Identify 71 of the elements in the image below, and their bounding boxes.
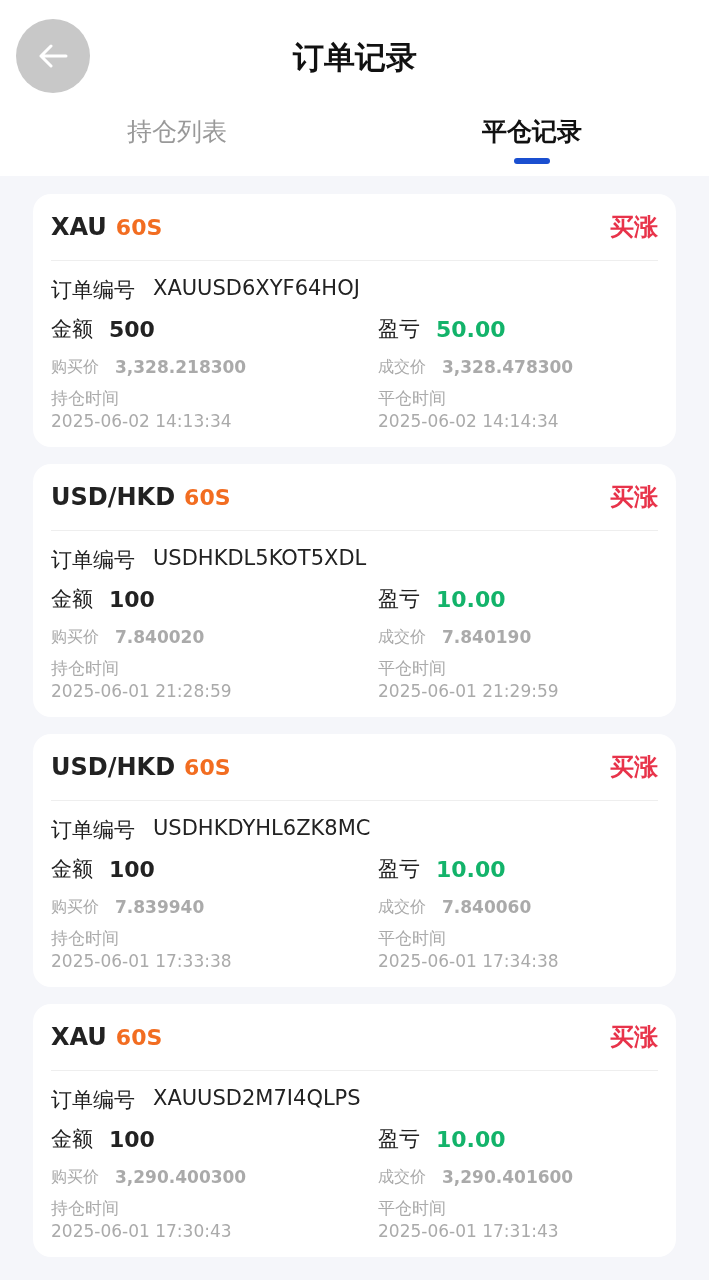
open-time: 2025-06-01 17:30:43 bbox=[51, 1220, 233, 1243]
buy-price-label: 购买价 bbox=[51, 1166, 99, 1188]
close-time-label: 平仓时间 bbox=[378, 387, 447, 409]
symbol: XAU bbox=[51, 1023, 107, 1051]
buy-price: 7.840020 bbox=[115, 627, 205, 647]
order-number: XAUUSD6XYF64HOJ bbox=[153, 276, 360, 302]
open-time-label: 持仓时间 bbox=[51, 657, 120, 679]
close-time: 2025-06-01 21:29:59 bbox=[378, 680, 560, 703]
profit: 50.00 bbox=[436, 316, 506, 342]
amount: 500 bbox=[109, 316, 155, 342]
deal-price: 7.840060 bbox=[442, 897, 532, 917]
period: 60S bbox=[184, 754, 231, 780]
close-time: 2025-06-01 17:31:43 bbox=[378, 1220, 560, 1243]
buy-price: 7.839940 bbox=[115, 897, 205, 917]
direction: 买涨 bbox=[610, 212, 658, 243]
profit-label: 盈亏 bbox=[378, 586, 420, 613]
deal-price: 7.840190 bbox=[442, 627, 532, 647]
open-time-label: 持仓时间 bbox=[51, 1197, 120, 1219]
deal-price: 3,290.401600 bbox=[442, 1167, 574, 1187]
buy-price-label: 购买价 bbox=[51, 356, 99, 378]
deal-price-label: 成交价 bbox=[378, 626, 426, 648]
direction: 买涨 bbox=[610, 482, 658, 513]
amount-label: 金额 bbox=[51, 316, 93, 343]
open-time: 2025-06-01 17:33:38 bbox=[51, 950, 233, 973]
amount: 100 bbox=[109, 1126, 155, 1152]
open-time-label: 持仓时间 bbox=[51, 927, 120, 949]
order-number-label: 订单编号 bbox=[51, 277, 135, 304]
open-time-label: 持仓时间 bbox=[51, 387, 120, 409]
close-time-label: 平仓时间 bbox=[378, 1197, 447, 1219]
order-number-label: 订单编号 bbox=[51, 1087, 135, 1114]
order-number-label: 订单编号 bbox=[51, 547, 135, 574]
amount-label: 金额 bbox=[51, 586, 93, 613]
symbol: XAU bbox=[51, 213, 107, 241]
open-time: 2025-06-01 21:28:59 bbox=[51, 680, 233, 703]
buy-price-label: 购买价 bbox=[51, 896, 99, 918]
close-time-label: 平仓时间 bbox=[378, 927, 447, 949]
profit: 10.00 bbox=[436, 586, 506, 612]
close-time: 2025-06-02 14:14:34 bbox=[378, 410, 560, 433]
close-time-label: 平仓时间 bbox=[378, 657, 447, 679]
period: 60S bbox=[115, 1024, 163, 1050]
buy-price: 3,328.218300 bbox=[115, 357, 247, 377]
amount: 100 bbox=[109, 586, 155, 612]
buy-price-label: 购买价 bbox=[51, 626, 99, 648]
profit-label: 盈亏 bbox=[378, 856, 420, 883]
period: 60S bbox=[115, 214, 163, 240]
direction: 买涨 bbox=[610, 1022, 658, 1053]
symbol: USD/HKD bbox=[51, 753, 176, 781]
amount-label: 金额 bbox=[51, 856, 93, 883]
order-number-label: 订单编号 bbox=[51, 817, 135, 844]
page-title: 订单记录 bbox=[292, 38, 417, 77]
period: 60S bbox=[184, 484, 231, 510]
deal-price-label: 成交价 bbox=[378, 896, 426, 918]
deal-price: 3,328.478300 bbox=[442, 357, 574, 377]
direction: 买涨 bbox=[610, 752, 658, 783]
profit-label: 盈亏 bbox=[378, 316, 420, 343]
close-time: 2025-06-01 17:34:38 bbox=[378, 950, 560, 973]
amount: 100 bbox=[109, 856, 155, 882]
profit: 10.00 bbox=[436, 1126, 506, 1152]
symbol: USD/HKD bbox=[51, 483, 176, 511]
open-time: 2025-06-02 14:13:34 bbox=[51, 410, 233, 433]
order-number: USDHKDYHL6ZK8MC bbox=[153, 816, 371, 842]
order-number: XAUUSD2M7I4QLPS bbox=[153, 1086, 361, 1112]
back-arrow-icon bbox=[38, 44, 68, 68]
buy-price: 3,290.400300 bbox=[115, 1167, 247, 1187]
deal-price-label: 成交价 bbox=[378, 356, 426, 378]
profit: 10.00 bbox=[436, 856, 506, 882]
profit-label: 盈亏 bbox=[378, 1126, 420, 1153]
order-number: USDHKDL5KOT5XDL bbox=[153, 546, 367, 572]
tab[interactable]: 平仓记录 bbox=[481, 112, 582, 164]
amount-label: 金额 bbox=[51, 1126, 93, 1153]
deal-price-label: 成交价 bbox=[378, 1166, 426, 1188]
